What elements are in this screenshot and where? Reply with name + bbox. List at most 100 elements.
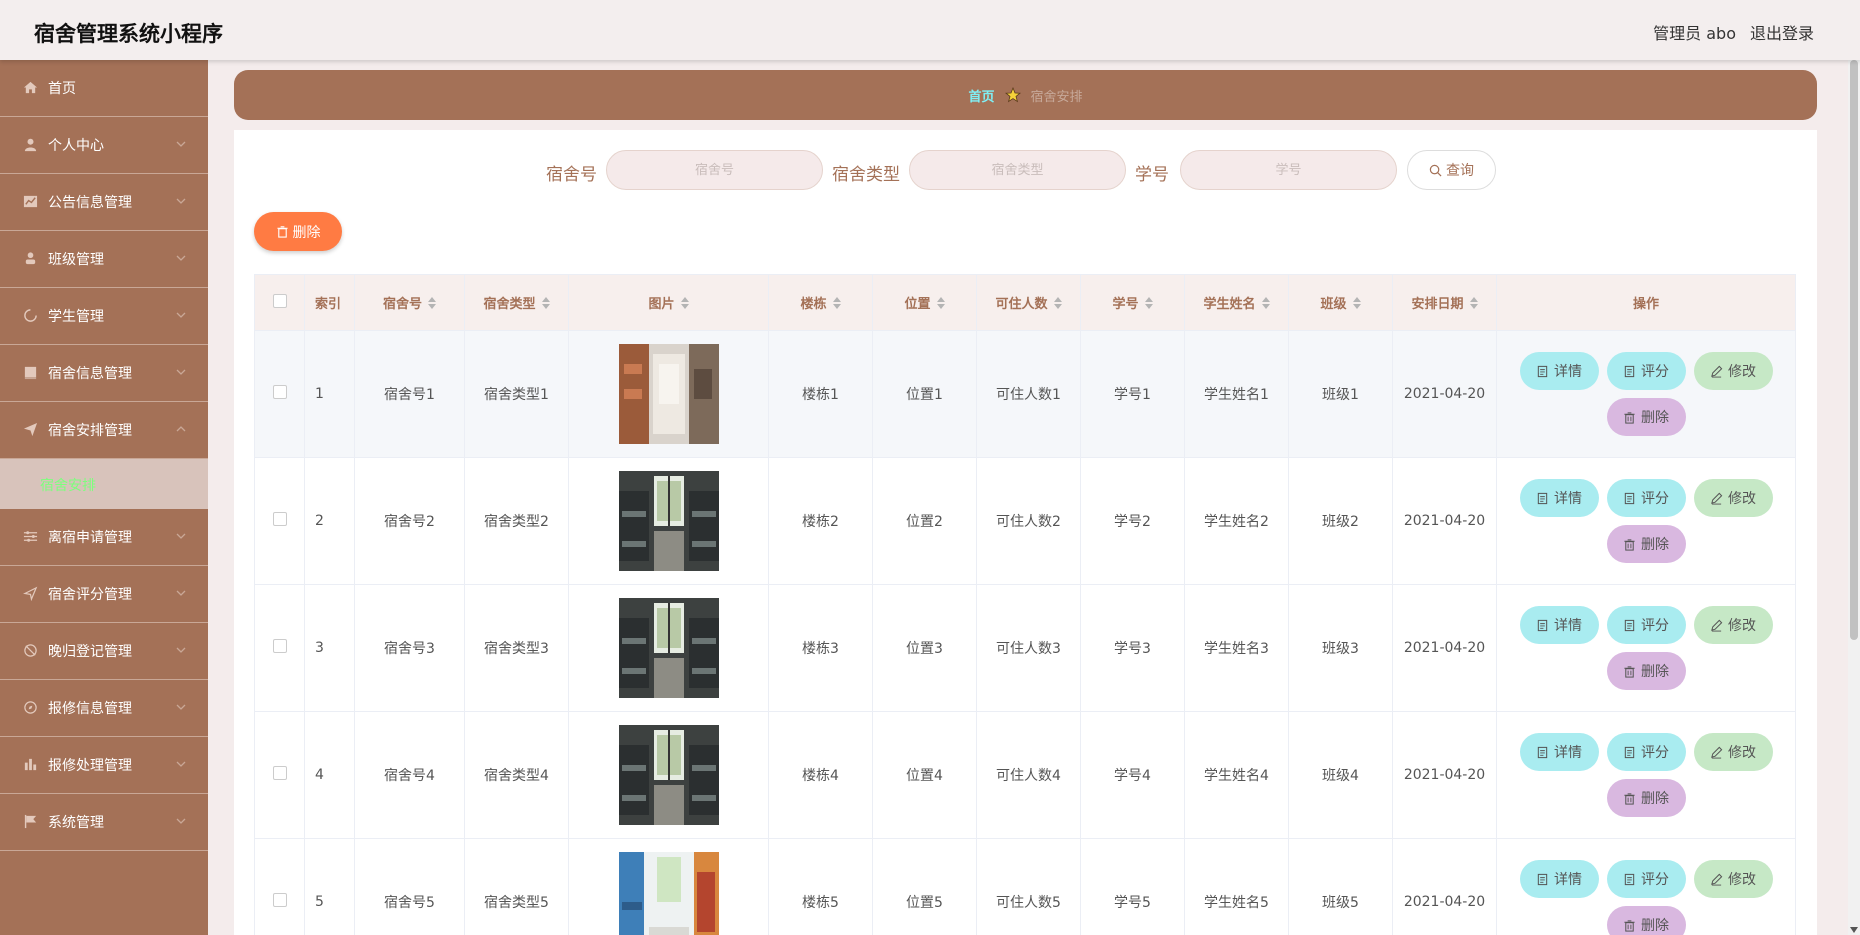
delete-button[interactable]: 删除 (1606, 652, 1686, 690)
row-checkbox[interactable] (272, 512, 287, 526)
edit-button[interactable]: 修改 (1693, 860, 1773, 898)
cell-dorm-no: 宿舍号2 (354, 457, 465, 585)
dorm-type-label: 宿舍类型 (832, 165, 900, 185)
column-header-class[interactable]: 班级 (1288, 274, 1393, 331)
query-button[interactable]: 查询 (1407, 150, 1496, 190)
row-checkbox[interactable] (272, 639, 287, 653)
column-header-capacity[interactable]: 可住人数 (976, 274, 1081, 331)
student-no-label: 学号 (1135, 165, 1169, 185)
edit-button-label: 修改 (1728, 364, 1756, 380)
detail-button[interactable]: 详情 (1519, 479, 1599, 517)
detail-button[interactable]: 详情 (1519, 733, 1599, 771)
scrollbar-thumb[interactable] (1850, 60, 1858, 640)
delete-button[interactable]: 删除 (1606, 398, 1686, 436)
logout-link[interactable]: 退出登录 (1750, 20, 1814, 44)
edit-button[interactable]: 修改 (1693, 479, 1773, 517)
edit-button[interactable]: 修改 (1693, 606, 1773, 644)
sidebar-item-announcement[interactable]: 公告信息管理 (0, 174, 208, 231)
sort-icon[interactable] (1144, 296, 1153, 309)
dorm-type-input[interactable] (909, 150, 1126, 190)
top-header: 宿舍管理系统小程序 管理员 abo 退出登录 (0, 0, 1860, 60)
batch-delete-button[interactable]: 删除 (254, 212, 342, 251)
scroll-down-arrow[interactable] (1850, 927, 1858, 933)
detail-button[interactable]: 详情 (1519, 606, 1599, 644)
rate-button[interactable]: 评分 (1606, 860, 1686, 898)
sidebar-item-personal-center[interactable]: 个人中心 (0, 117, 208, 174)
sort-icon[interactable] (428, 296, 436, 309)
sidebar-item-dorm-arrangement[interactable]: 宿舍安排管理 (0, 402, 208, 459)
sidebar-item-label: 宿舍安排管理 (48, 423, 132, 439)
rate-button[interactable]: 评分 (1606, 352, 1686, 390)
column-header-image[interactable]: 图片 (568, 274, 769, 331)
sliders-icon (22, 528, 38, 544)
select-all-checkbox[interactable] (272, 293, 287, 308)
sidebar-item-system[interactable]: 系统管理 (0, 794, 208, 851)
page-scrollbar[interactable] (1848, 60, 1860, 935)
dorm-photo[interactable] (618, 725, 719, 825)
dorm-photo[interactable] (618, 852, 719, 935)
cell-date: 2021-04-20 (1392, 330, 1497, 458)
table-row: 5 宿舍号5 宿舍类型5 楼栋5 位置5 可住人数5 学号5 学生姓名5 班级5 2021-04-… (254, 838, 1796, 935)
cell-capacity: 可住人数5 (976, 838, 1081, 935)
sort-icon[interactable] (1053, 296, 1062, 309)
sidebar-item-home[interactable]: 首页 (0, 60, 208, 117)
row-checkbox[interactable] (272, 893, 287, 907)
dorm-photo[interactable] (618, 344, 719, 444)
column-header-label: 班级 (1320, 297, 1347, 312)
cell-actions: 详情 评分 修改 删除 (1496, 457, 1796, 585)
trash-icon (1624, 411, 1635, 424)
sidebar-item-student[interactable]: 学生管理 (0, 288, 208, 345)
edit-button[interactable]: 修改 (1693, 733, 1773, 771)
detail-button[interactable]: 详情 (1519, 860, 1599, 898)
column-header-position[interactable]: 位置 (872, 274, 977, 331)
sort-icon[interactable] (541, 296, 550, 309)
detail-button[interactable]: 详情 (1519, 352, 1599, 390)
sidebar-item-class[interactable]: 班级管理 (0, 231, 208, 288)
column-header-student-name[interactable]: 学生姓名 (1184, 274, 1289, 331)
cell-image (568, 330, 769, 458)
submenu-item-dorm-arrangement[interactable]: 宿舍安排 (0, 459, 208, 509)
sort-icon[interactable] (1352, 296, 1361, 309)
select-cell (254, 711, 305, 839)
sort-icon[interactable] (1261, 296, 1270, 309)
query-button-label: 查询 (1446, 163, 1474, 179)
column-header-label: 宿舍号 (382, 297, 422, 312)
column-header-student-no[interactable]: 学号 (1080, 274, 1185, 331)
sidebar-item-dorm-rating[interactable]: 宿舍评分管理 (0, 566, 208, 623)
sidebar-item-late-return[interactable]: 晚归登记管理 (0, 623, 208, 680)
column-header-building[interactable]: 楼栋 (768, 274, 873, 331)
row-checkbox[interactable] (272, 766, 287, 780)
student-no-input[interactable] (1180, 150, 1397, 190)
breadcrumb-home[interactable]: 首页 (968, 86, 994, 105)
sort-icon[interactable] (1469, 296, 1478, 309)
sort-icon[interactable] (832, 296, 841, 309)
delete-button[interactable]: 删除 (1606, 779, 1686, 817)
dorm-no-input[interactable] (606, 150, 823, 190)
column-header-dorm-no[interactable]: 宿舍号 (354, 274, 465, 331)
chevron-down-icon (176, 814, 186, 824)
sidebar-item-repair-info[interactable]: 报修信息管理 (0, 680, 208, 737)
rate-button[interactable]: 评分 (1606, 733, 1686, 771)
column-header-dorm-type[interactable]: 宿舍类型 (464, 274, 569, 331)
dorm-photo[interactable] (618, 598, 719, 698)
sort-icon[interactable] (936, 296, 945, 309)
sidebar-item-label: 晚归登记管理 (48, 644, 132, 660)
rate-button[interactable]: 评分 (1606, 606, 1686, 644)
row-checkbox[interactable] (272, 385, 287, 399)
edit-button[interactable]: 修改 (1693, 352, 1773, 390)
sidebar-item-dorm-info[interactable]: 宿舍信息管理 (0, 345, 208, 402)
search-icon (1429, 164, 1442, 176)
cell-dorm-type: 宿舍类型5 (464, 838, 569, 935)
home-icon (22, 79, 38, 95)
delete-button[interactable]: 删除 (1606, 525, 1686, 563)
delete-button[interactable]: 删除 (1606, 906, 1686, 935)
column-header-date[interactable]: 安排日期 (1392, 274, 1497, 331)
cell-student-no: 学号4 (1080, 711, 1185, 839)
rate-button-label: 评分 (1641, 491, 1669, 507)
dorm-photo[interactable] (618, 471, 719, 571)
document-icon (1624, 746, 1635, 758)
sidebar-item-leave-application[interactable]: 离宿申请管理 (0, 509, 208, 566)
sort-icon[interactable] (680, 296, 689, 309)
rate-button[interactable]: 评分 (1606, 479, 1686, 517)
sidebar-item-repair-handling[interactable]: 报修处理管理 (0, 737, 208, 794)
